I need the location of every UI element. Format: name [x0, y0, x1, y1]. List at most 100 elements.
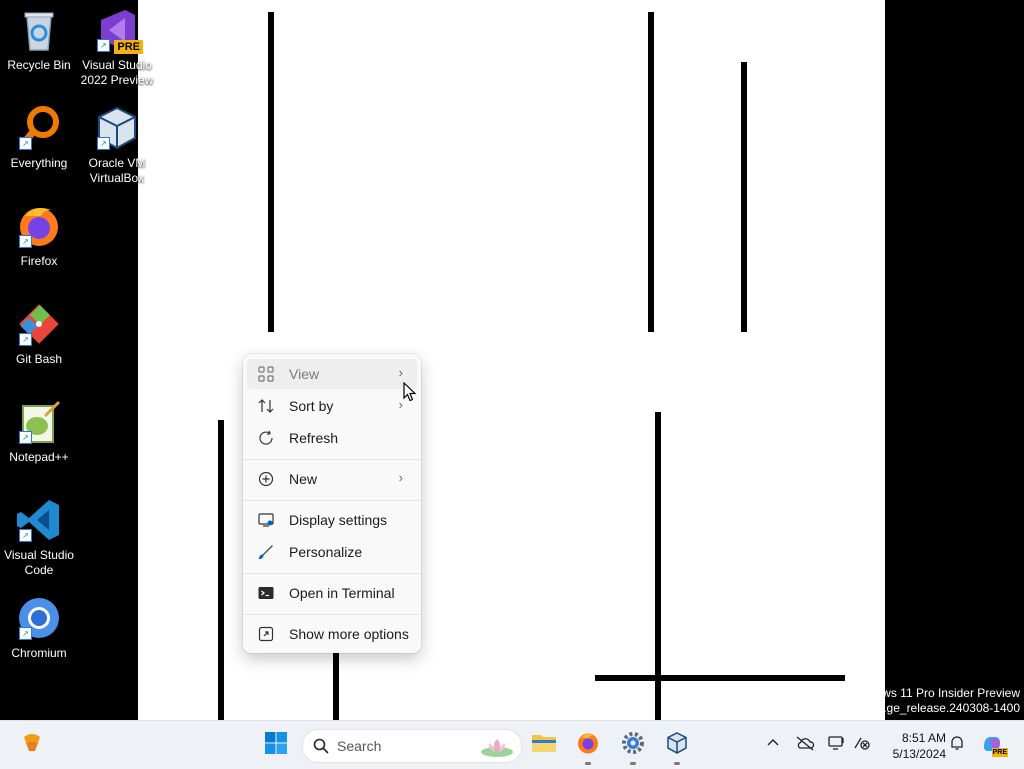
shortcut-arrow-icon: ↗ — [97, 39, 110, 52]
taskbar-file-explorer[interactable] — [528, 729, 560, 761]
desktop-icon-everything[interactable]: ↗ Everything — [0, 104, 78, 171]
copilot-button[interactable]: PRE — [980, 733, 1008, 757]
menu-item-refresh[interactable]: Refresh — [247, 423, 417, 453]
desktop-icon-label: Notepad++ — [9, 450, 69, 464]
watermark-line: ows 11 Pro Insider Preview — [875, 686, 1020, 700]
menu-item-show-more-options[interactable]: Show more options — [247, 619, 417, 649]
desktop-icon-vscode[interactable]: ↗ Visual Studio Code — [0, 496, 78, 578]
shortcut-arrow-icon: ↗ — [19, 137, 32, 150]
running-indicator — [630, 762, 636, 765]
shortcut-arrow-icon: ↗ — [19, 627, 32, 640]
onedrive-tray-button[interactable] — [794, 733, 816, 755]
search-label: Search — [337, 738, 382, 754]
mouse-cursor-icon — [403, 381, 417, 402]
desktop-icon-label: Recycle Bin — [7, 58, 71, 72]
desktop-icon-label: Visual Studio 2022 Preview — [80, 58, 154, 87]
start-button[interactable] — [260, 729, 292, 761]
clock-date: 5/13/2024 — [892, 747, 946, 761]
view-grid-icon — [257, 365, 275, 383]
refresh-icon — [257, 429, 275, 447]
desktop-icon-label: Everything — [10, 156, 68, 170]
chromium-icon: ↗ — [15, 594, 63, 642]
menu-item-label: Sort by — [289, 398, 334, 414]
network-tray-button[interactable] — [851, 733, 873, 755]
taskbar-firefox[interactable] — [572, 729, 604, 765]
wallpaper-stroke — [741, 62, 747, 332]
menu-item-new[interactable]: New › — [247, 464, 417, 494]
desktop-icon-notepad-plus-plus[interactable]: ↗ Notepad++ — [0, 398, 78, 465]
notifications-icon — [949, 735, 965, 754]
menu-item-sort-by[interactable]: Sort by › — [247, 391, 417, 421]
terminal-icon — [257, 584, 275, 602]
onedrive-icon — [795, 735, 815, 754]
new-plus-icon — [257, 470, 275, 488]
recycle-bin-icon — [15, 6, 63, 54]
display-icon — [828, 735, 846, 754]
menu-separator — [243, 500, 421, 501]
preview-badge: PRE — [114, 40, 143, 54]
clock-time: 8:51 AM — [901, 731, 946, 745]
wallpaper-stroke — [268, 12, 274, 332]
wallpaper-stroke — [218, 420, 224, 720]
desktop-icon-recycle-bin[interactable]: Recycle Bin — [0, 6, 78, 73]
desktop-icon-visual-studio[interactable]: PRE ↗ Visual Studio 2022 Preview — [78, 6, 156, 88]
menu-item-personalize[interactable]: Personalize — [247, 537, 417, 567]
show-hidden-icons-button[interactable] — [762, 733, 784, 755]
virtualbox-icon: ↗ — [93, 104, 141, 152]
menu-item-view[interactable]: View › — [247, 359, 417, 389]
shortcut-arrow-icon: ↗ — [19, 235, 32, 248]
watermark-line: 80.ge_release.240308-1400 — [869, 701, 1020, 715]
taskbar-settings[interactable] — [617, 729, 649, 765]
menu-item-label: Show more options — [289, 626, 409, 642]
git-bash-icon: ↗ — [15, 300, 63, 348]
shortcut-arrow-icon: ↗ — [19, 333, 32, 346]
copilot-icon: PRE — [981, 733, 1008, 757]
desktop-icon-git-bash[interactable]: ↗ Git Bash — [0, 300, 78, 367]
menu-item-open-in-terminal[interactable]: Open in Terminal — [247, 578, 417, 608]
wallpaper-stroke — [648, 12, 654, 332]
desktop-icon-firefox[interactable]: ↗ Firefox — [0, 202, 78, 269]
taskbar: Search 8:51 AM 5/13/2024 PRE — [0, 720, 1024, 769]
menu-item-display-settings[interactable]: Display settings — [247, 505, 417, 535]
widgets-button[interactable] — [16, 729, 48, 761]
notifications-button[interactable] — [946, 733, 968, 755]
search-highlight-icon — [479, 733, 515, 764]
desktop-icon-label: Oracle VM VirtualBox — [88, 156, 146, 185]
shortcut-arrow-icon: ↗ — [19, 529, 32, 542]
display-settings-icon — [257, 511, 275, 529]
menu-separator — [243, 573, 421, 574]
menu-item-label: Personalize — [289, 544, 363, 560]
firefox-icon — [576, 731, 600, 760]
taskbar-virtualbox[interactable] — [661, 729, 693, 765]
running-indicator — [585, 762, 591, 765]
network-icon — [853, 735, 871, 754]
menu-separator — [243, 459, 421, 460]
wallpaper-stroke — [595, 675, 845, 681]
menu-item-label: Open in Terminal — [289, 585, 395, 601]
desktop-icon-label: Chromium — [11, 646, 67, 660]
sort-icon — [257, 397, 275, 415]
desktop-icon-label: Firefox — [20, 254, 58, 268]
desktop-icon-label: Visual Studio Code — [4, 548, 74, 577]
menu-separator — [243, 614, 421, 615]
file-explorer-icon — [531, 731, 557, 760]
desktop-context-menu: View › Sort by › Refresh New › Display s… — [243, 354, 421, 653]
chevron-right-icon: › — [398, 365, 403, 380]
visual-studio-icon: PRE ↗ — [93, 6, 143, 54]
start-icon — [264, 731, 288, 760]
desktop-icon-chromium[interactable]: ↗ Chromium — [0, 594, 78, 661]
taskbar-search-box[interactable]: Search — [302, 729, 522, 763]
copilot-badge: PRE — [991, 748, 1008, 757]
wallpaper-stroke — [333, 650, 339, 720]
display-tray-button[interactable] — [826, 733, 848, 755]
wallpaper-stroke — [655, 412, 661, 720]
show-more-options-icon — [257, 625, 275, 643]
running-indicator — [674, 762, 680, 765]
vscode-icon: ↗ — [15, 496, 63, 544]
taskbar-clock[interactable]: 8:51 AM 5/13/2024 — [880, 730, 946, 762]
desktop-icon-virtualbox[interactable]: ↗ Oracle VM VirtualBox — [78, 104, 156, 186]
search-icon — [313, 738, 329, 754]
menu-item-label: View — [289, 366, 320, 382]
shortcut-arrow-icon: ↗ — [97, 137, 110, 150]
widgets-icon — [20, 731, 44, 760]
